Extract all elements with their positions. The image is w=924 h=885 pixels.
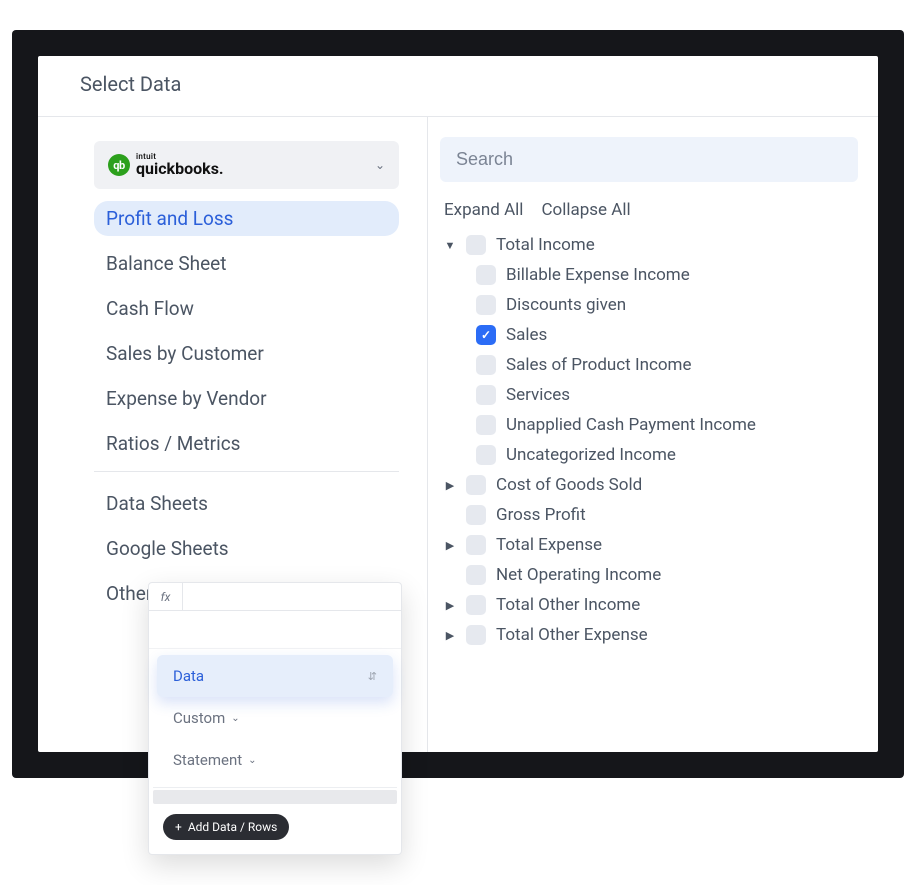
tree-label: Gross Profit bbox=[496, 505, 586, 525]
caret-down-icon[interactable]: ▼ bbox=[444, 239, 456, 252]
popover-spacer bbox=[149, 611, 401, 649]
popover-item-label: Custom bbox=[173, 709, 225, 727]
checkbox[interactable] bbox=[476, 325, 496, 345]
tree-label: Unapplied Cash Payment Income bbox=[506, 415, 756, 435]
quickbooks-logo: qb intuit quickbooks. bbox=[108, 153, 224, 177]
nav-separator bbox=[94, 471, 399, 472]
formula-input[interactable] bbox=[183, 583, 401, 610]
source-picker[interactable]: qb intuit quickbooks. ⌄ bbox=[94, 141, 399, 189]
tree-row[interactable]: ▶ Total Expense bbox=[440, 530, 850, 560]
caret-right-icon[interactable]: ▶ bbox=[444, 539, 456, 552]
caret-right-icon[interactable]: ▶ bbox=[444, 599, 456, 612]
tree-label: Total Other Income bbox=[496, 595, 640, 615]
plus-icon: + bbox=[175, 820, 182, 834]
tree-row[interactable]: Billable Expense Income bbox=[440, 260, 850, 290]
nav-item-ratios-metrics[interactable]: Ratios / Metrics bbox=[94, 426, 399, 461]
tree-row[interactable]: Services bbox=[440, 380, 850, 410]
tree-label: Billable Expense Income bbox=[506, 265, 690, 285]
nav-primary: Profit and Loss Balance Sheet Cash Flow Sal… bbox=[94, 201, 399, 461]
checkbox[interactable] bbox=[466, 625, 486, 645]
checkbox[interactable] bbox=[476, 355, 496, 375]
formula-bar-row: fx bbox=[149, 583, 401, 611]
checkbox[interactable] bbox=[466, 565, 486, 585]
checkbox[interactable] bbox=[476, 445, 496, 465]
quickbooks-name: quickbooks. bbox=[136, 161, 224, 177]
sort-icon: ⇵ bbox=[368, 670, 377, 683]
tree-label: Discounts given bbox=[506, 295, 626, 315]
search-input[interactable] bbox=[440, 137, 858, 182]
tree-row[interactable]: ▶ Total Other Income bbox=[440, 590, 850, 620]
popover-divider bbox=[153, 787, 397, 788]
caret-right-icon[interactable]: ▶ bbox=[444, 479, 456, 492]
tree-label: Sales of Product Income bbox=[506, 355, 691, 375]
add-data-rows-label: Add Data / Rows bbox=[188, 820, 278, 834]
checkbox[interactable] bbox=[466, 475, 486, 495]
collapse-all-button[interactable]: Collapse All bbox=[541, 200, 630, 220]
nav-item-data-sheets[interactable]: Data Sheets bbox=[94, 486, 399, 521]
tree-row[interactable]: Sales of Product Income bbox=[440, 350, 850, 380]
tree-row[interactable]: ▶ Cost of Goods Sold bbox=[440, 470, 850, 500]
popover-item-data[interactable]: Data ⇵ bbox=[157, 655, 393, 697]
nav-item-google-sheets[interactable]: Google Sheets bbox=[94, 531, 399, 566]
panel-header: Select Data bbox=[38, 56, 878, 117]
tree-label: Net Operating Income bbox=[496, 565, 661, 585]
tree-row[interactable]: ▶Gross Profit bbox=[440, 500, 850, 530]
caret-right-icon[interactable]: ▶ bbox=[444, 629, 456, 642]
chevron-down-icon: ⌄ bbox=[248, 755, 256, 766]
popover-item-custom[interactable]: Custom ⌄ bbox=[157, 697, 393, 739]
chevron-down-icon: ⌄ bbox=[375, 158, 385, 172]
tree-label: Uncategorized Income bbox=[506, 445, 676, 465]
tree-row[interactable]: ▶Net Operating Income bbox=[440, 560, 850, 590]
tree-label: Total Income bbox=[496, 235, 595, 255]
expand-all-button[interactable]: Expand All bbox=[444, 200, 523, 220]
nav-item-expense-by-vendor[interactable]: Expense by Vendor bbox=[94, 381, 399, 416]
nav-item-sales-by-customer[interactable]: Sales by Customer bbox=[94, 336, 399, 371]
tree-label: Services bbox=[506, 385, 570, 405]
tree-row[interactable]: Discounts given bbox=[440, 290, 850, 320]
nav-item-cash-flow[interactable]: Cash Flow bbox=[94, 291, 399, 326]
checkbox[interactable] bbox=[466, 535, 486, 555]
chevron-down-icon: ⌄ bbox=[231, 713, 239, 724]
fx-icon[interactable]: fx bbox=[149, 583, 183, 610]
popover-item-label: Statement bbox=[173, 751, 242, 769]
checkbox[interactable] bbox=[476, 415, 496, 435]
tree-row[interactable]: Sales bbox=[440, 320, 850, 350]
checkbox[interactable] bbox=[466, 595, 486, 615]
tree-label: Total Expense bbox=[496, 535, 602, 555]
right-column: Expand All Collapse All ▼ Total Income Bil… bbox=[428, 117, 878, 752]
quickbooks-text: intuit quickbooks. bbox=[136, 153, 224, 177]
nav-item-profit-and-loss[interactable]: Profit and Loss bbox=[94, 201, 399, 236]
tree-row[interactable]: Uncategorized Income bbox=[440, 440, 850, 470]
add-data-popover: fx Data ⇵ Custom ⌄ Statement ⌄ + Add Data / R… bbox=[148, 582, 402, 855]
checkbox[interactable] bbox=[476, 265, 496, 285]
nav-item-balance-sheet[interactable]: Balance Sheet bbox=[94, 246, 399, 281]
popover-item-label: Data bbox=[173, 667, 204, 685]
tree-row[interactable]: ▶ Total Other Expense bbox=[440, 620, 850, 650]
checkbox[interactable] bbox=[466, 235, 486, 255]
checkbox[interactable] bbox=[466, 505, 486, 525]
outer-frame: Select Data qb intuit quickbooks. ⌄ Prof… bbox=[12, 30, 904, 778]
tree-row[interactable]: ▼ Total Income bbox=[440, 230, 850, 260]
popover-menu: Data ⇵ Custom ⌄ Statement ⌄ bbox=[157, 655, 393, 781]
checkbox[interactable] bbox=[476, 295, 496, 315]
tree-row[interactable]: Unapplied Cash Payment Income bbox=[440, 410, 850, 440]
tree-label: Cost of Goods Sold bbox=[496, 475, 642, 495]
account-tree[interactable]: ▼ Total Income Billable Expense Income Disc… bbox=[440, 230, 858, 752]
tree-label: Total Other Expense bbox=[496, 625, 648, 645]
checkbox[interactable] bbox=[476, 385, 496, 405]
tree-actions: Expand All Collapse All bbox=[440, 182, 858, 230]
add-data-rows-button[interactable]: + Add Data / Rows bbox=[163, 814, 289, 840]
popover-gray-bar bbox=[153, 790, 397, 804]
tree-label: Sales bbox=[506, 325, 547, 345]
popover-item-statement[interactable]: Statement ⌄ bbox=[157, 739, 393, 781]
quickbooks-badge-icon: qb bbox=[108, 154, 130, 176]
panel-title: Select Data bbox=[80, 72, 854, 96]
